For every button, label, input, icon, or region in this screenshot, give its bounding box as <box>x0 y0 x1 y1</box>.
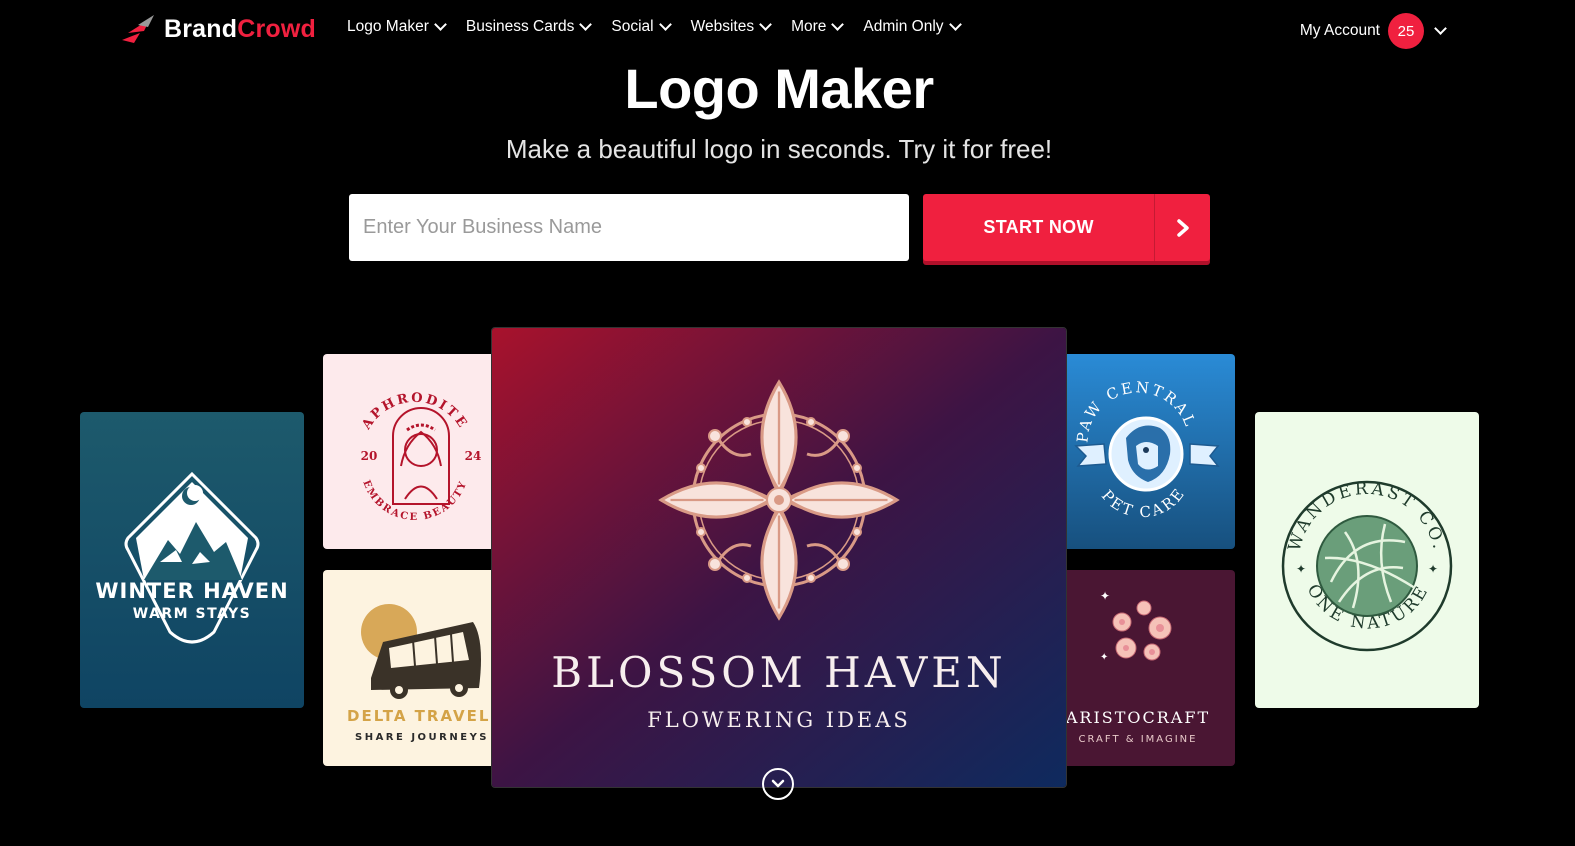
brand-name-part1: Brand <box>164 14 238 43</box>
start-now-label: START NOW <box>983 217 1094 237</box>
brand-name-part2: Crowd <box>237 14 317 43</box>
chevron-right-icon <box>1154 194 1210 261</box>
svg-text:24: 24 <box>465 449 482 463</box>
nav-label: More <box>791 18 827 35</box>
business-name-input[interactable] <box>349 194 909 261</box>
logo-card-paw-central[interactable]: PAW CENTRAL PET CARE <box>1060 354 1235 549</box>
top-navigation: BrandCrowd Logo Maker Business Cards Soc… <box>0 0 1575 58</box>
main-menu: Logo Maker Business Cards Social Website… <box>347 18 981 36</box>
logo-card-aphrodite[interactable]: APHRODITE EMBRACE BEAUTY 20 24 <box>323 354 503 549</box>
chevron-down-icon <box>433 18 447 31</box>
svg-text:FLOWERING IDEAS: FLOWERING IDEAS <box>647 708 911 732</box>
svg-text:✦: ✦ <box>1428 562 1438 576</box>
start-now-button[interactable]: START NOW <box>923 194 1210 261</box>
nav-label: Admin Only <box>863 18 944 35</box>
notification-badge: 25 <box>1388 13 1424 49</box>
page-subtitle: Make a beautiful logo in seconds. Try it… <box>505 134 1053 164</box>
svg-text:CRAFT & IMAGINE: CRAFT & IMAGINE <box>1079 734 1198 745</box>
logo-card-aristocraft[interactable]: ✦ ✦ ARISTOCRAFT CRAFT & IMAGINE <box>1060 570 1235 766</box>
nav-item-logo-maker[interactable]: Logo Maker <box>347 18 447 36</box>
chevron-down-icon <box>759 18 772 31</box>
logo-card-wanderast[interactable]: WANDERAST CO. ONE NATURE ✦ ✦ <box>1255 412 1479 708</box>
wanderast-logo: WANDERAST CO. ONE NATURE ✦ ✦ <box>1255 412 1479 708</box>
svg-text:✦: ✦ <box>1100 589 1110 603</box>
svg-text:20: 20 <box>361 449 378 463</box>
aphrodite-logo: APHRODITE EMBRACE BEAUTY 20 24 <box>323 354 503 549</box>
account-label: My Account <box>1299 22 1380 39</box>
nav-label: Logo Maker <box>347 18 429 35</box>
nav-item-websites[interactable]: Websites <box>690 18 772 36</box>
brand-mark-icon <box>122 15 154 43</box>
nav-item-admin-only[interactable]: Admin Only <box>863 18 962 36</box>
chevron-down-icon <box>948 18 962 31</box>
nav-label: Business Cards <box>465 18 575 35</box>
svg-text:BLOSSOM HAVEN: BLOSSOM HAVEN <box>551 648 1006 697</box>
logo-card-winter-haven[interactable]: WINTER HAVEN WARM STAYS <box>80 412 304 708</box>
aristocraft-logo: ✦ ✦ ARISTOCRAFT CRAFT & IMAGINE <box>1060 570 1235 766</box>
svg-text:DELTA TRAVELS: DELTA TRAVELS <box>347 707 503 725</box>
chevron-down-icon <box>831 18 845 31</box>
chevron-down-icon <box>1434 22 1447 35</box>
svg-text:SHARE JOURNEYS: SHARE JOURNEYS <box>355 732 489 743</box>
scroll-down-button[interactable] <box>762 768 794 800</box>
nav-label: Social <box>611 18 654 35</box>
chevron-down-icon <box>658 18 672 31</box>
winter-haven-logo: WINTER HAVEN WARM STAYS <box>80 412 304 708</box>
nav-item-social[interactable]: Social <box>611 18 672 36</box>
my-account-menu[interactable]: My Account 25 <box>1299 13 1447 49</box>
chevron-down-icon <box>771 779 785 788</box>
page-title: Logo Maker <box>624 57 934 120</box>
paw-central-logo: PAW CENTRAL PET CARE <box>1060 354 1235 549</box>
logo-card-blossom-haven-featured[interactable]: BLOSSOM HAVEN FLOWERING IDEAS <box>491 327 1067 788</box>
logo-card-delta-travels[interactable]: DELTA TRAVELS SHARE JOURNEYS <box>323 570 503 766</box>
brandcrowd-logo[interactable]: BrandCrowd <box>120 10 316 48</box>
nav-label: Websites <box>690 18 755 35</box>
svg-text:WARM STAYS: WARM STAYS <box>133 606 252 622</box>
svg-text:WINTER HAVEN: WINTER HAVEN <box>95 579 288 603</box>
svg-text:✦: ✦ <box>1296 562 1306 576</box>
nav-item-business-cards[interactable]: Business Cards <box>465 18 593 36</box>
svg-text:ARISTOCRAFT: ARISTOCRAFT <box>1065 708 1210 727</box>
blossom-haven-logo: BLOSSOM HAVEN FLOWERING IDEAS <box>492 328 1066 787</box>
chevron-down-icon <box>579 18 593 31</box>
nav-item-more[interactable]: More <box>791 18 845 36</box>
svg-text:✦: ✦ <box>1100 652 1108 663</box>
delta-travels-logo: DELTA TRAVELS SHARE JOURNEYS <box>323 570 503 766</box>
